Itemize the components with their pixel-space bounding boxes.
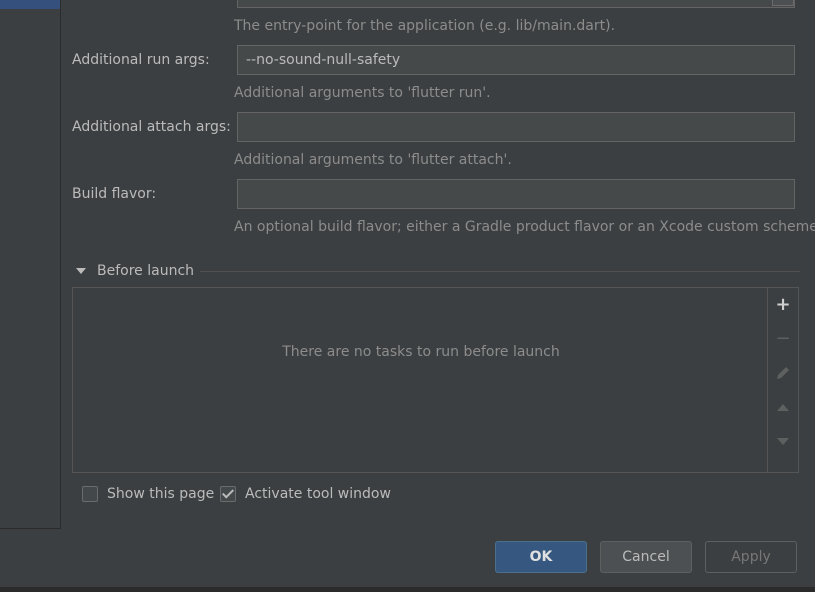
window-bottom-edge [0,587,815,592]
activate-tool-window-option[interactable]: Activate tool window [220,484,391,504]
edit-icon[interactable] [773,363,793,383]
empty-tasks-message: There are no tasks to run before launch [282,344,560,360]
selected-tree-item[interactable] [0,0,60,9]
run-args-label: Additional run args: [72,52,210,68]
attach-args-hint: Additional arguments to 'flutter attach'… [234,152,512,168]
build-flavor-input[interactable] [237,179,795,209]
ok-button[interactable]: OK [495,541,587,573]
show-this-page-option[interactable]: Show this page [82,484,214,504]
build-flavor-label: Build flavor: [72,186,157,202]
before-launch-tasks-list[interactable]: There are no tasks to run before launch … [72,287,799,473]
apply-button[interactable]: Apply [705,541,797,573]
cancel-button[interactable]: Cancel [600,541,692,573]
activate-tool-window-label: Activate tool window [245,486,391,502]
run-args-input[interactable] [237,45,795,75]
dart-entrypoint-field[interactable] [237,0,795,8]
run-configuration-dialog: The entry-point for the application (e.g… [0,0,815,592]
configurations-tree-panel[interactable] [0,0,61,529]
section-divider [200,271,800,272]
run-args-hint: Additional arguments to 'flutter run'. [234,85,491,101]
add-icon[interactable]: + [773,295,793,315]
collapse-triangle-icon[interactable] [76,268,86,274]
browse-file-button[interactable] [772,0,794,6]
move-down-icon[interactable] [773,431,793,451]
move-up-icon[interactable] [773,397,793,417]
show-this-page-label: Show this page [107,486,215,502]
activate-tool-window-checkbox[interactable] [220,486,236,502]
before-launch-header[interactable]: Before launch [76,262,194,280]
build-flavor-hint: An optional build flavor; either a Gradl… [234,219,815,235]
show-this-page-checkbox[interactable] [82,486,98,502]
remove-icon[interactable]: − [773,329,793,349]
entrypoint-hint: The entry-point for the application (e.g… [234,18,616,34]
attach-args-input[interactable] [237,112,795,142]
tasks-toolbar: + − [767,288,798,472]
attach-args-label: Additional attach args: [72,119,231,135]
before-launch-title: Before launch [97,263,195,279]
